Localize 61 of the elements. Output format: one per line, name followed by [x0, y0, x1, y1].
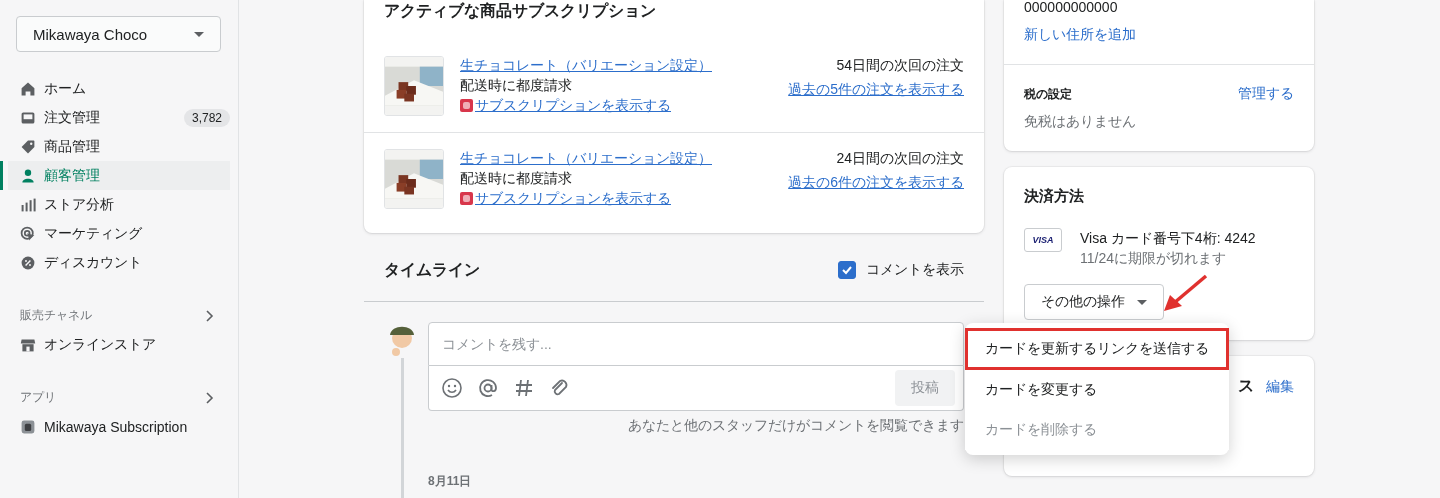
count-badge: 3,782	[183, 108, 230, 127]
card-title: アクティブな商品サブスクリプション	[383, 1, 657, 22]
more-actions-button[interactable]: その他の操作	[1024, 284, 1164, 320]
store-icon	[20, 336, 36, 353]
billing-text: 配送時に都度請求	[460, 76, 573, 95]
section-heading: 税の設定	[1024, 85, 1072, 103]
card-title: 決済方法	[1024, 187, 1085, 206]
emoji-icon[interactable]	[441, 377, 463, 399]
next-order-text: 54日間の次回の注文	[836, 56, 964, 75]
checkbox[interactable]	[838, 261, 856, 279]
product-link[interactable]: 生チョコレート（バリエーション設定）	[460, 149, 773, 168]
add-address-link[interactable]: 新しい住所を追加	[1024, 26, 1136, 42]
section-heading: 販売チャネル	[20, 307, 92, 324]
card-title: ス	[1238, 376, 1254, 396]
comment-field[interactable]: コメントを残す...	[428, 322, 964, 366]
bars-icon	[20, 196, 36, 213]
chevron-icon[interactable]	[206, 391, 214, 404]
section-heading: アプリ	[20, 389, 56, 406]
edit-link[interactable]: 編集	[1266, 377, 1294, 396]
app-icon	[460, 99, 473, 112]
nav-item[interactable]: オンラインストア	[0, 330, 230, 359]
at-sign-icon[interactable]	[477, 377, 499, 399]
nav-item[interactable]: マーケティング	[0, 219, 230, 248]
home-icon	[20, 80, 36, 97]
app-icon	[20, 418, 36, 435]
billing-text: 配送時に都度請求	[460, 169, 573, 188]
chevron-icon[interactable]	[206, 309, 214, 322]
person-icon	[20, 167, 36, 184]
card-number-text: Visa カード番号下4桁: 4242	[1080, 229, 1256, 248]
subscription-link[interactable]: サブスクリプションを表示する	[475, 189, 671, 208]
app-icon	[460, 192, 473, 205]
nav-item[interactable]: 注文管理 3,782	[0, 103, 230, 132]
card-brand-logo: VISA	[1024, 228, 1062, 252]
nav-item[interactable]: 顧客管理	[0, 161, 230, 190]
target-icon	[20, 225, 36, 242]
orders-link[interactable]: 過去の6件の注文を表示する	[788, 173, 964, 192]
date-label: 8月11日	[428, 473, 473, 490]
nav-item[interactable]: ホーム	[0, 74, 230, 103]
expiry-text: 11/24に期限が切れます	[1080, 249, 1227, 268]
hint-text: あなたと他のスタッフだけがコメントを閲覧できます	[627, 417, 964, 435]
product-link[interactable]: 生チョコレート（バリエーション設定）	[460, 56, 773, 75]
menu-item[interactable]: カードを更新するリンクを送信する	[965, 328, 1229, 370]
inbox-icon	[20, 109, 36, 126]
next-order-text: 24日間の次回の注文	[836, 149, 964, 168]
menu-item[interactable]: カードを変更する	[965, 370, 1229, 410]
tag-icon	[20, 138, 36, 155]
orders-link[interactable]: 過去の5件の注文を表示する	[788, 80, 964, 99]
tax-status-text: 免税はありません	[1024, 113, 1137, 131]
nav-item[interactable]: ストア分析	[0, 190, 230, 219]
subscription-link[interactable]: サブスクリプションを表示する	[475, 96, 671, 115]
nav-item[interactable]: 商品管理	[0, 132, 230, 161]
nav-item[interactable]: Mikawaya Subscription	[0, 412, 230, 441]
nav-item[interactable]: ディスカウント	[0, 248, 230, 277]
hashtag-icon[interactable]	[513, 377, 535, 399]
section-title: タイムライン	[384, 259, 480, 280]
store-selector[interactable]: Mikawaya Choco	[16, 16, 221, 52]
checkbox-label: コメントを表示	[866, 261, 964, 279]
phone-text: 000000000000	[1024, 0, 1119, 14]
checkmark-icon	[841, 264, 853, 276]
discount-icon	[20, 254, 36, 271]
manage-link[interactable]: 管理する	[1238, 85, 1294, 103]
